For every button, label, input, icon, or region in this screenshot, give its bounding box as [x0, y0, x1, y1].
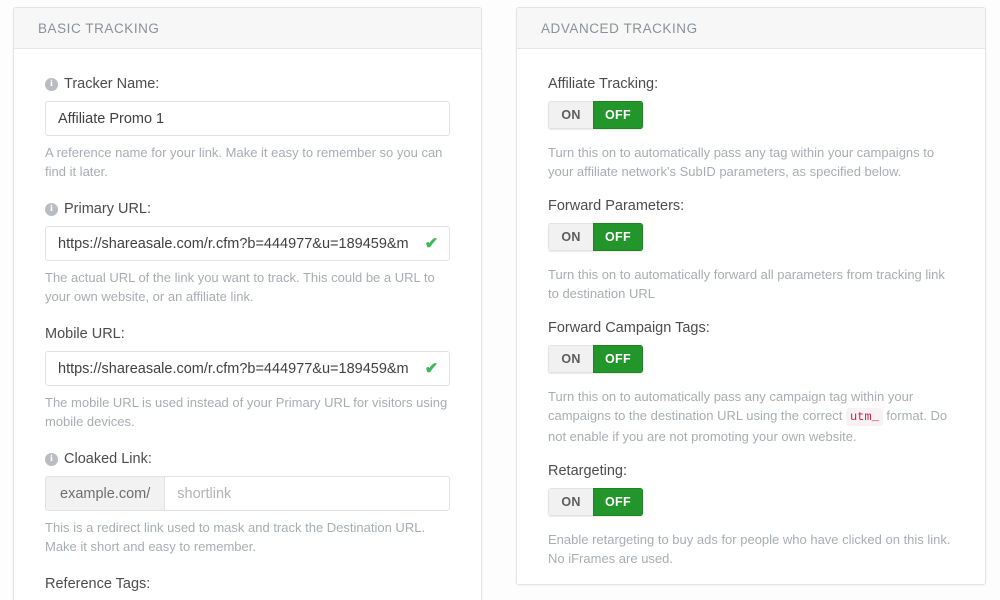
primary-url-label: Primary URL:	[64, 201, 152, 217]
cloaked-link-input-group: example.com/	[45, 476, 450, 511]
tracker-name-input[interactable]	[45, 101, 450, 136]
reference-tags-label: Reference Tags:	[45, 576, 151, 592]
setting-forward-campaign-tags: Forward Campaign Tags: ON OFF Turn this …	[548, 319, 954, 446]
affiliate-tracking-toggle[interactable]: ON OFF	[548, 101, 643, 129]
advanced-tracking-title: ADVANCED TRACKING	[541, 20, 698, 36]
forward-campaign-tags-toggle[interactable]: ON OFF	[548, 345, 643, 373]
forward-campaign-tags-toggle-on[interactable]: ON	[548, 345, 593, 373]
basic-tracking-panel: BASIC TRACKING i Tracker Name: A referen…	[13, 7, 482, 600]
cloaked-link-label-row: i Cloaked Link:	[45, 450, 450, 468]
info-icon[interactable]: i	[45, 202, 58, 216]
forward-parameters-help-text: Turn this on to automatically forward al…	[548, 267, 945, 301]
basic-tracking-body: i Tracker Name: A reference name for you…	[14, 49, 481, 600]
affiliate-tracking-label: Affiliate Tracking:	[548, 76, 659, 92]
field-tracker-name: i Tracker Name: A reference name for you…	[45, 75, 450, 181]
primary-url-input-wrap: ✔	[45, 226, 450, 261]
tracker-name-input-wrap	[45, 101, 450, 136]
cloaked-link-domain-prefix: example.com/	[45, 476, 165, 511]
affiliate-tracking-help: Turn this on to automatically pass any t…	[548, 143, 954, 181]
mobile-url-label: Mobile URL:	[45, 326, 125, 342]
retargeting-help: Enable retargeting to buy ads for people…	[548, 530, 954, 568]
mobile-url-help: The mobile URL is used instead of your P…	[45, 395, 448, 429]
setting-retargeting: Retargeting: ON OFF Enable retargeting t…	[548, 462, 954, 568]
retargeting-toggle[interactable]: ON OFF	[548, 488, 643, 516]
cloaked-link-input[interactable]	[164, 476, 450, 511]
retargeting-toggle-on[interactable]: ON	[548, 488, 593, 516]
setting-affiliate-tracking: Affiliate Tracking: ON OFF Turn this on …	[548, 75, 954, 181]
primary-url-help: The actual URL of the link you want to t…	[45, 270, 435, 304]
utm-code-snippet: utm_	[845, 408, 883, 426]
tracker-name-help: A reference name for your link. Make it …	[45, 145, 443, 179]
advanced-tracking-panel: ADVANCED TRACKING Affiliate Tracking: ON…	[516, 7, 986, 585]
mobile-url-label-row: Mobile URL:	[45, 325, 450, 343]
primary-url-input[interactable]	[45, 226, 450, 261]
advanced-tracking-header: ADVANCED TRACKING	[517, 8, 985, 49]
cloaked-link-label: Cloaked Link:	[64, 451, 152, 467]
forward-campaign-tags-help: Turn this on to automatically pass any c…	[548, 387, 954, 446]
forward-parameters-toggle-on[interactable]: ON	[548, 223, 593, 251]
info-icon[interactable]: i	[45, 77, 58, 91]
primary-url-label-row: i Primary URL:	[45, 200, 450, 218]
tracker-name-label: Tracker Name:	[64, 76, 160, 92]
basic-tracking-header: BASIC TRACKING	[14, 8, 481, 49]
affiliate-tracking-help-text: Turn this on to automatically pass any t…	[548, 145, 935, 179]
forward-parameters-label: Forward Parameters:	[548, 198, 685, 214]
tracking-settings-page: BASIC TRACKING i Tracker Name: A referen…	[0, 0, 1000, 600]
setting-forward-parameters: Forward Parameters: ON OFF Turn this on …	[548, 197, 954, 303]
check-icon: ✔	[424, 360, 439, 377]
forward-campaign-tags-label: Forward Campaign Tags:	[548, 320, 710, 336]
forward-parameters-toggle[interactable]: ON OFF	[548, 223, 643, 251]
retargeting-label: Retargeting:	[548, 463, 627, 479]
reference-tags-label-row: Reference Tags:	[45, 575, 450, 593]
info-icon[interactable]: i	[45, 452, 58, 466]
retargeting-help-text: Enable retargeting to buy ads for people…	[548, 532, 951, 566]
field-primary-url: i Primary URL: ✔ The actual URL of the l…	[45, 200, 450, 306]
advanced-tracking-body: Affiliate Tracking: ON OFF Turn this on …	[517, 49, 985, 584]
field-mobile-url: Mobile URL: ✔ The mobile URL is used ins…	[45, 325, 450, 431]
retargeting-toggle-off[interactable]: OFF	[593, 488, 643, 516]
forward-parameters-help: Turn this on to automatically forward al…	[548, 265, 954, 303]
affiliate-tracking-toggle-on[interactable]: ON	[548, 101, 593, 129]
affiliate-tracking-toggle-off[interactable]: OFF	[593, 101, 643, 129]
cloaked-link-help: This is a redirect link used to mask and…	[45, 520, 426, 554]
tracker-name-label-row: i Tracker Name:	[45, 75, 450, 93]
forward-parameters-toggle-off[interactable]: OFF	[593, 223, 643, 251]
mobile-url-input-wrap: ✔	[45, 351, 450, 386]
forward-campaign-tags-toggle-off[interactable]: OFF	[593, 345, 643, 373]
mobile-url-input[interactable]	[45, 351, 450, 386]
check-icon: ✔	[424, 235, 439, 252]
basic-tracking-title: BASIC TRACKING	[38, 20, 160, 36]
field-cloaked-link: i Cloaked Link: example.com/ This is a r…	[45, 450, 450, 556]
field-reference-tags: Reference Tags:	[45, 575, 450, 600]
